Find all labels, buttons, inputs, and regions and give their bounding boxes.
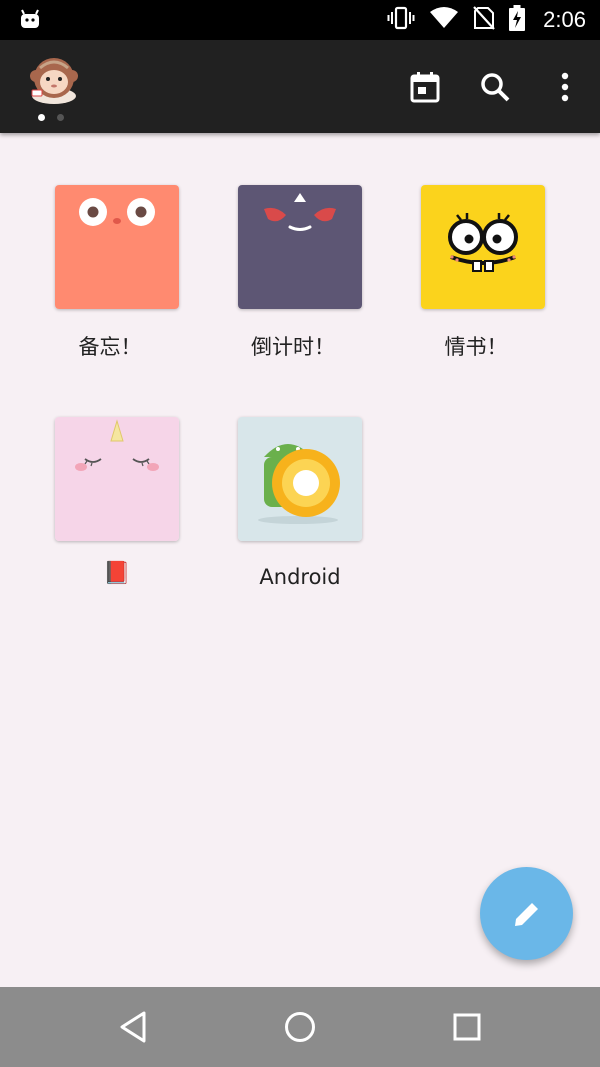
app-bar xyxy=(0,40,600,133)
search-icon xyxy=(481,72,510,101)
new-note-fab[interactable] xyxy=(480,867,573,960)
pencil-icon xyxy=(514,899,541,926)
calendar-icon xyxy=(410,71,440,102)
notebook-label: 情书！ xyxy=(444,335,508,359)
no-sim-icon xyxy=(473,6,495,34)
monkey-avatar-icon xyxy=(30,58,78,104)
notebook-cover-orange[interactable] xyxy=(55,185,179,309)
avatar[interactable] xyxy=(26,52,82,108)
notebook-cover-android[interactable] xyxy=(238,417,362,541)
page-dot xyxy=(57,114,64,121)
vibrate-icon xyxy=(387,6,415,34)
wifi-icon xyxy=(429,6,459,34)
notebook-cover-yellow[interactable] xyxy=(421,185,545,309)
notebook-cover-purple[interactable] xyxy=(238,185,362,309)
back-icon xyxy=(120,1011,146,1043)
home-icon xyxy=(285,1012,315,1042)
navigation-bar xyxy=(0,987,600,1067)
notebook-label: 📕 xyxy=(103,561,131,586)
more-options-button[interactable] xyxy=(530,52,600,122)
page-dot-active xyxy=(38,114,45,121)
notebook-cover-pink[interactable] xyxy=(55,417,179,541)
android-notification-icon xyxy=(18,8,42,36)
calendar-button[interactable] xyxy=(390,52,460,122)
search-button[interactable] xyxy=(460,52,530,122)
notebook-label: 倒计时！ xyxy=(251,335,335,359)
notebook-label: 备忘！ xyxy=(78,335,142,359)
page-indicator xyxy=(38,114,64,121)
notebook-label: Android xyxy=(259,565,341,589)
recents-button[interactable] xyxy=(447,1007,487,1047)
status-bar: 2:06 xyxy=(0,0,600,40)
clock: 2:06 xyxy=(543,7,586,32)
battery-charging-icon xyxy=(509,5,526,35)
back-button[interactable] xyxy=(113,1007,153,1047)
more-vert-icon xyxy=(561,72,569,101)
recents-icon xyxy=(453,1013,481,1041)
home-button[interactable] xyxy=(280,1007,320,1047)
